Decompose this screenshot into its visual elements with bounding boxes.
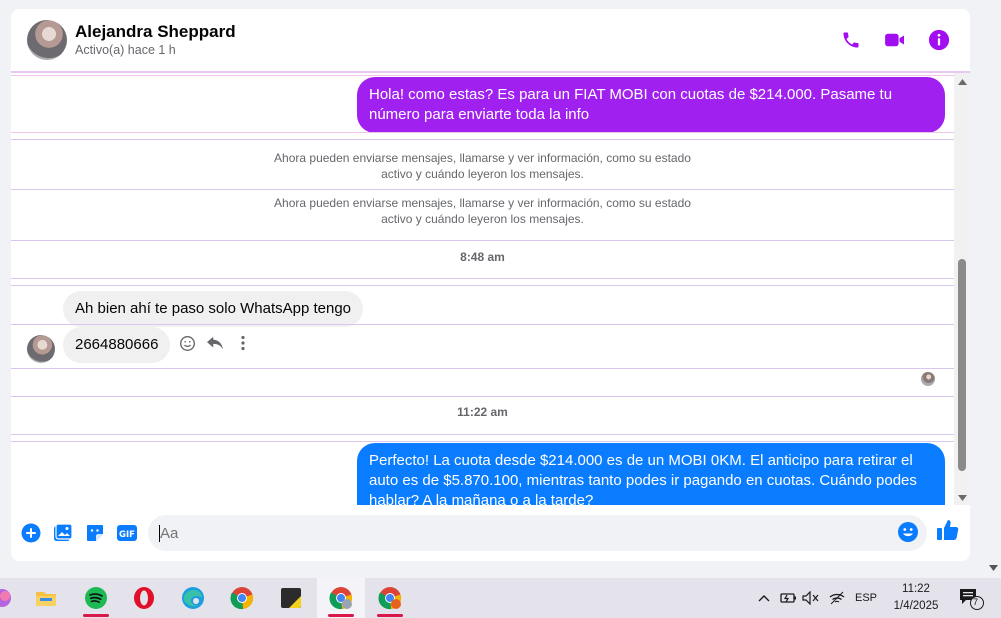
sender-avatar[interactable]	[27, 335, 55, 363]
scroll-down-arrow-icon[interactable]	[954, 491, 970, 505]
divider	[11, 324, 954, 325]
taskbar-app-edge[interactable]	[169, 578, 217, 618]
scroll-thumb[interactable]	[958, 259, 966, 471]
taskbar-app-spotify[interactable]	[72, 578, 120, 618]
photo-icon[interactable]	[51, 521, 75, 545]
running-indicator	[377, 614, 403, 617]
contact-avatar[interactable]	[27, 20, 67, 60]
divider	[11, 396, 954, 397]
windows-taskbar: ESP 11:22 1/4/2025 7	[0, 578, 1001, 618]
divider	[11, 278, 954, 279]
thumbs-up-icon[interactable]	[936, 518, 960, 544]
outgoing-message[interactable]: Hola! como estas? Es para un FIAT MOBI c…	[357, 77, 945, 133]
divider	[11, 189, 954, 190]
divider	[11, 132, 954, 133]
notification-center-icon[interactable]: 7	[956, 578, 986, 618]
notification-count-badge: 7	[972, 597, 979, 608]
more-options-icon[interactable]	[234, 334, 252, 352]
react-emoji-icon[interactable]	[178, 334, 196, 352]
timestamp-separator: 8:48 am	[460, 250, 505, 264]
message-actions	[178, 334, 252, 352]
chat-header: Alejandra Sheppard Activo(a) hace 1 h	[11, 9, 970, 73]
scroll-up-arrow-icon[interactable]	[954, 75, 970, 89]
taskbar-app-chrome-profile-active[interactable]	[317, 578, 365, 618]
emoji-icon[interactable]	[897, 521, 919, 543]
taskbar-app-chrome[interactable]	[218, 578, 266, 618]
show-hidden-icons-chevron-icon[interactable]	[754, 578, 774, 618]
info-icon[interactable]	[928, 29, 950, 51]
volume-muted-icon[interactable]	[800, 578, 822, 618]
divider	[11, 434, 954, 435]
message-scrollbar[interactable]	[954, 73, 970, 505]
phone-call-icon[interactable]	[840, 29, 862, 51]
incoming-message[interactable]: Ah bien ahí te paso solo WhatsApp tengo	[63, 291, 364, 327]
divider	[11, 75, 954, 76]
timestamp-separator: 11:22 am	[457, 405, 508, 419]
language-indicator[interactable]: ESP	[852, 578, 880, 618]
header-actions	[840, 29, 950, 51]
more-actions-plus-icon[interactable]	[19, 521, 43, 545]
message-list[interactable]: Hola! como estas? Es para un FIAT MOBI c…	[11, 73, 954, 505]
taskbar-app-file-explorer[interactable]	[22, 578, 70, 618]
page-scroll-down-arrow-icon[interactable]	[988, 563, 998, 573]
clock-date: 1/4/2025	[893, 600, 939, 612]
taskbar-app-chrome-profile-2[interactable]	[366, 578, 414, 618]
svg-text:GIF: GIF	[119, 530, 135, 540]
incoming-message[interactable]: 2664880666	[63, 327, 171, 363]
contact-name[interactable]: Alejandra Sheppard	[75, 22, 236, 42]
divider	[11, 240, 954, 241]
seen-indicator-avatar	[921, 372, 935, 386]
contact-status: Activo(a) hace 1 h	[75, 43, 176, 57]
taskbar-clock[interactable]: 11:22 1/4/2025	[885, 581, 947, 615]
divider	[11, 139, 954, 140]
outgoing-message[interactable]: Perfecto! La cuota desde $214.000 es de …	[357, 443, 945, 505]
system-note: Ahora pueden enviarse mensajes, llamarse…	[274, 196, 691, 226]
divider	[11, 368, 954, 369]
taskbar-app-opera[interactable]	[120, 578, 168, 618]
divider	[11, 441, 954, 442]
video-call-icon[interactable]	[884, 29, 906, 51]
chat-window: Alejandra Sheppard Activo(a) hace 1 h Ho…	[11, 9, 970, 561]
message-input[interactable]	[148, 515, 927, 551]
running-indicator	[83, 614, 109, 617]
divider	[11, 285, 954, 286]
reply-icon[interactable]	[206, 334, 224, 352]
gif-icon[interactable]: GIF	[115, 521, 139, 545]
message-composer: GIF	[11, 505, 970, 561]
text-caret	[159, 525, 160, 542]
sticker-icon[interactable]	[83, 521, 107, 545]
battery-icon[interactable]	[777, 578, 799, 618]
running-indicator	[328, 614, 354, 617]
clock-time: 11:22	[902, 583, 930, 595]
taskbar-app-sticky-notes[interactable]	[267, 578, 315, 618]
system-note: Ahora pueden enviarse mensajes, llamarse…	[274, 151, 691, 181]
contact-info[interactable]: Alejandra Sheppard Activo(a) hace 1 h	[75, 22, 236, 58]
network-icon[interactable]	[826, 578, 848, 618]
